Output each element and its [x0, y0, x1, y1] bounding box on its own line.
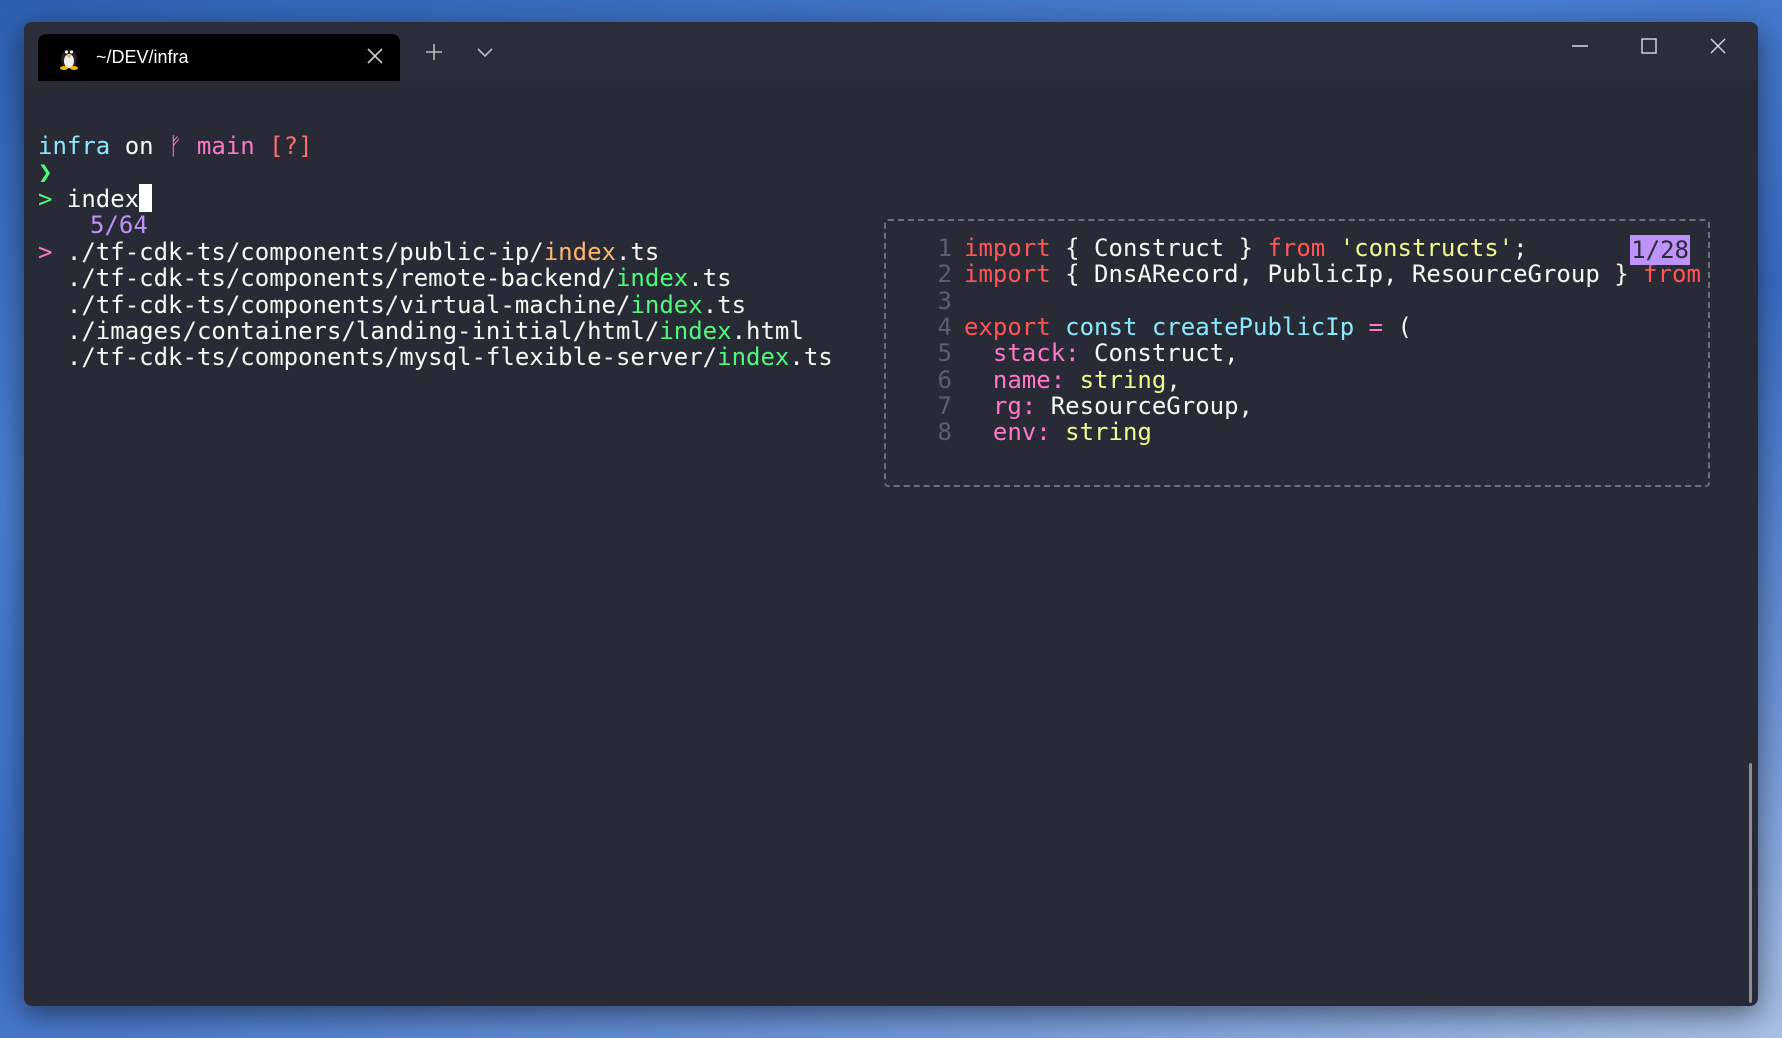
- terminal-window: ~/DEV/infra infra on ᚠ main [?] ❯ > inde…: [24, 22, 1758, 1006]
- result-extension: .ts: [789, 343, 833, 372]
- code-token: ;: [1513, 234, 1528, 262]
- query-marker: >: [38, 185, 53, 213]
- tab-title: ~/DEV/infra: [96, 47, 189, 67]
- result-path: ./images/containers/landing-initial/html…: [66, 316, 660, 345]
- prompt-line: infra on ᚠ main [?]: [38, 131, 313, 161]
- code-token: =: [1368, 312, 1384, 341]
- code-token: stack:: [992, 339, 1080, 368]
- result-match: index: [659, 316, 732, 345]
- selection-marker: [38, 343, 52, 371]
- line-number: 8: [937, 418, 952, 447]
- code-token: ResourceGroup,: [1036, 391, 1254, 420]
- code-token: env:: [992, 418, 1051, 447]
- code-line: 8 env: string: [886, 417, 1152, 447]
- git-branch-icon: ᚠ: [168, 132, 183, 160]
- code-token: ,: [1166, 365, 1181, 394]
- terminal-output[interactable]: infra on ᚠ main [?] ❯ > index 5/64 > ./t…: [24, 81, 1758, 1006]
- tab-infra[interactable]: ~/DEV/infra: [38, 34, 400, 81]
- code-token: import: [964, 260, 1051, 289]
- prompt-arrow: ❯: [38, 158, 53, 186]
- code-token: { Construct }: [1050, 234, 1268, 262]
- code-line: 2 import { DnsARecord, PublicIp, Resource…: [886, 259, 1701, 289]
- result-extension: .ts: [688, 264, 732, 293]
- preview-position: 1/28: [1630, 235, 1690, 265]
- title-bar[interactable]: ~/DEV/infra: [24, 22, 1758, 81]
- result-match: index: [630, 290, 703, 319]
- result-path: ./tf-cdk-ts/components/public-ip/: [66, 238, 544, 266]
- result-path: ./tf-cdk-ts/components/remote-backend/: [66, 264, 616, 293]
- result-match: index: [717, 343, 790, 372]
- code-token: string: [1079, 365, 1167, 394]
- maximize-icon[interactable]: [1641, 38, 1657, 54]
- code-token: 'constructs': [1339, 234, 1514, 262]
- code-token: Construct,: [1079, 339, 1239, 368]
- scrollbar[interactable]: [1749, 763, 1752, 1003]
- selection-marker: [38, 317, 52, 345]
- selection-marker: [38, 264, 52, 292]
- chevron-down-icon[interactable]: [476, 46, 494, 58]
- code-token: name:: [992, 365, 1066, 394]
- match-count: 5/64: [90, 211, 148, 239]
- code-token: (: [1383, 312, 1412, 341]
- result-extension: .html: [731, 316, 804, 345]
- code-token: string: [1065, 418, 1152, 447]
- result-match: index: [543, 238, 616, 266]
- tab-close-icon[interactable]: [366, 47, 384, 65]
- text-cursor: [139, 184, 153, 212]
- result-match: index: [615, 264, 689, 293]
- search-query[interactable]: index: [67, 185, 139, 213]
- prompt-on: on: [124, 132, 154, 160]
- code-token: rg:: [992, 391, 1037, 420]
- close-icon[interactable]: [1710, 38, 1726, 54]
- code-token: export: [964, 312, 1051, 341]
- prompt-status: [?]: [269, 132, 313, 160]
- minimize-icon[interactable]: [1572, 44, 1588, 48]
- new-tab-icon[interactable]: [424, 42, 444, 62]
- code-token: const: [1065, 312, 1138, 341]
- code-token: { DnsARecord, PublicIp, ResourceGroup }: [1050, 260, 1644, 289]
- prompt-dir: infra: [38, 132, 111, 160]
- code-token: createPublicIp: [1151, 312, 1355, 341]
- result-extension: .ts: [615, 238, 660, 266]
- code-token: from: [1267, 234, 1326, 262]
- code-token: import: [964, 234, 1051, 262]
- result-path: ./tf-cdk-ts/components/mysql-flexible-se…: [66, 343, 718, 372]
- prompt-branch: main: [196, 132, 255, 160]
- result-item[interactable]: ./tf-cdk-ts/components/mysql-flexible-se…: [38, 342, 833, 372]
- result-extension: .ts: [702, 290, 747, 319]
- selection-marker: [38, 291, 52, 319]
- file-preview[interactable]: 1 import { Construct } from 'constructs';…: [884, 219, 1710, 487]
- selection-marker: >: [38, 238, 53, 266]
- result-path: ./tf-cdk-ts/components/virtual-machine/: [66, 290, 631, 319]
- linux-penguin-icon: [60, 49, 78, 70]
